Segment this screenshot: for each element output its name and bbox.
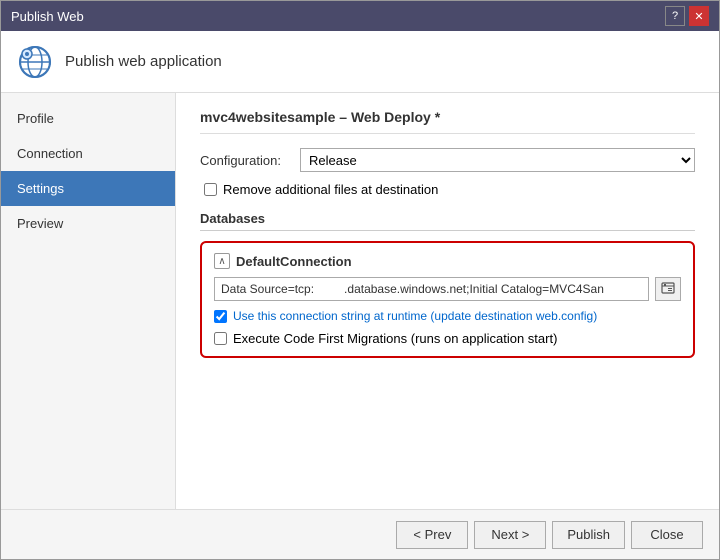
next-button[interactable]: Next >: [474, 521, 546, 549]
sidebar-item-connection[interactable]: Connection: [1, 136, 175, 171]
config-label: Configuration:: [200, 153, 290, 168]
sidebar-item-settings[interactable]: Settings: [1, 171, 175, 206]
execute-migrations-checkbox[interactable]: [214, 332, 227, 345]
header-section: Publish web application: [1, 31, 719, 93]
use-connection-label: Use this connection string at runtime (u…: [233, 309, 597, 323]
sidebar-item-preview[interactable]: Preview: [1, 206, 175, 241]
globe-icon: [17, 44, 53, 80]
browse-icon: [661, 282, 675, 296]
config-select[interactable]: Release Debug: [300, 148, 695, 172]
use-connection-checkbox[interactable]: [214, 310, 227, 323]
use-connection-row: Use this connection string at runtime (u…: [214, 309, 681, 323]
sidebar-item-profile[interactable]: Profile: [1, 101, 175, 136]
default-connection-container: ∧ DefaultConnection: [200, 241, 695, 358]
databases-section-header: Databases: [200, 211, 695, 231]
footer: < Prev Next > Publish Close: [1, 509, 719, 559]
close-title-button[interactable]: ✕: [689, 6, 709, 26]
connection-string-browse-button[interactable]: [655, 277, 681, 301]
close-button[interactable]: Close: [631, 521, 703, 549]
db-name: DefaultConnection: [236, 254, 352, 269]
execute-migrations-label: Execute Code First Migrations (runs on a…: [233, 331, 557, 346]
config-row: Configuration: Release Debug: [200, 148, 695, 172]
publish-button[interactable]: Publish: [552, 521, 625, 549]
connection-string-input[interactable]: [214, 277, 649, 301]
remove-files-label: Remove additional files at destination: [223, 182, 438, 197]
remove-files-checkbox[interactable]: [204, 183, 217, 196]
header-title: Publish web application: [65, 53, 222, 70]
db-connection-row: [214, 277, 681, 301]
content-area: Profile Connection Settings Preview mvc4…: [1, 93, 719, 509]
prev-button[interactable]: < Prev: [396, 521, 468, 549]
help-button[interactable]: ?: [665, 6, 685, 26]
dialog-title: Publish Web: [11, 9, 84, 24]
publish-web-dialog: Publish Web ? ✕ Publish web application: [0, 0, 720, 560]
execute-migrations-row: Execute Code First Migrations (runs on a…: [214, 331, 681, 346]
page-title: mvc4websitesample – Web Deploy *: [200, 109, 695, 134]
remove-files-row: Remove additional files at destination: [200, 182, 695, 197]
sidebar: Profile Connection Settings Preview: [1, 93, 176, 509]
db-header: ∧ DefaultConnection: [214, 253, 681, 269]
title-bar-controls: ? ✕: [665, 6, 709, 26]
title-bar: Publish Web ? ✕: [1, 1, 719, 31]
main-content: mvc4websitesample – Web Deploy * Configu…: [176, 93, 719, 509]
collapse-icon[interactable]: ∧: [214, 253, 230, 269]
